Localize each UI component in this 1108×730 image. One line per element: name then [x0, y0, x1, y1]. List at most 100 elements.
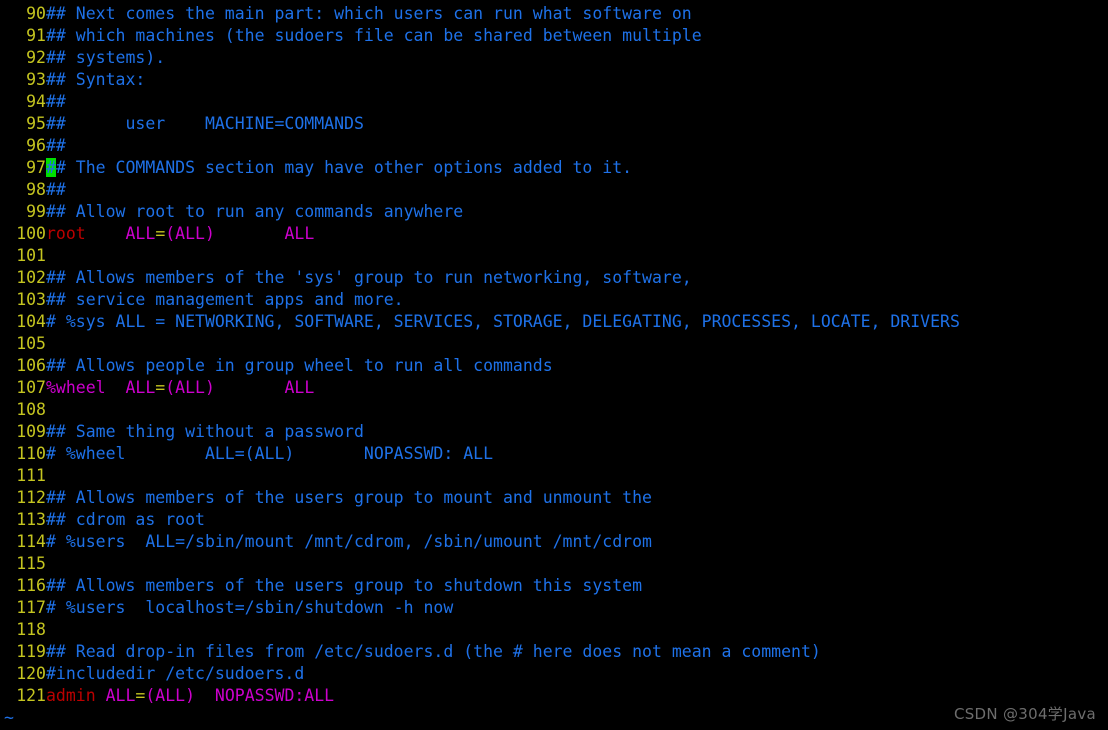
line-content[interactable]: ## systems).: [46, 47, 165, 69]
editor-line[interactable]: 90 ## Next comes the main part: which use…: [0, 3, 1108, 25]
editor-line[interactable]: 93 ## Syntax:: [0, 69, 1108, 91]
text-cursor[interactable]: #: [46, 158, 56, 177]
code-token: # The COMMANDS section may have other op…: [55, 158, 633, 177]
code-token: ALL: [284, 378, 315, 397]
line-number: 113: [16, 510, 46, 529]
line-content[interactable]: ## The COMMANDS section may have other o…: [46, 157, 632, 179]
editor-line[interactable]: 92 ## systems).: [0, 47, 1108, 69]
line-content[interactable]: ## Allow root to run any commands anywhe…: [46, 201, 463, 223]
editor-line[interactable]: 100 root ALL=(ALL) ALL: [0, 223, 1108, 245]
editor-line[interactable]: 97 ## The COMMANDS section may have other…: [0, 157, 1108, 179]
line-number: 96: [26, 136, 46, 155]
code-token: ## Allows people in group wheel to run a…: [46, 356, 553, 375]
line-number: 101: [16, 246, 46, 265]
line-content[interactable]: %wheel ALL=(ALL) ALL: [46, 377, 314, 399]
editor-line[interactable]: 94 ##: [0, 91, 1108, 113]
code-token: =: [155, 224, 166, 243]
line-content[interactable]: ## Allows members of the 'sys' group to …: [46, 267, 692, 289]
line-number: 109: [16, 422, 46, 441]
editor-line[interactable]: 99 ## Allow root to run any commands anyw…: [0, 201, 1108, 223]
editor-line[interactable]: 121 admin ALL=(ALL) NOPASSWD:ALL: [0, 685, 1108, 707]
editor-line[interactable]: 115: [0, 553, 1108, 575]
editor-line[interactable]: 116 ## Allows members of the users group …: [0, 575, 1108, 597]
line-number: 98: [26, 180, 46, 199]
editor-line[interactable]: 103 ## service management apps and more.: [0, 289, 1108, 311]
vim-terminal-window[interactable]: 90 ## Next comes the main part: which use…: [0, 0, 1108, 730]
editor-line[interactable]: 104 # %sys ALL = NETWORKING, SOFTWARE, SE…: [0, 311, 1108, 333]
line-content[interactable]: ## Allows members of the users group to …: [46, 575, 642, 597]
code-token: ## Syntax:: [46, 70, 146, 89]
editor-line[interactable]: 95 ## user MACHINE=COMMANDS: [0, 113, 1108, 135]
line-content[interactable]: admin ALL=(ALL) NOPASSWD:ALL: [46, 685, 334, 707]
line-content[interactable]: ## Syntax:: [46, 69, 145, 91]
editor-line[interactable]: 108: [0, 399, 1108, 421]
editor-line[interactable]: 105: [0, 333, 1108, 355]
code-token: ##: [46, 136, 66, 155]
line-content[interactable]: ## Allows people in group wheel to run a…: [46, 355, 553, 377]
line-number: 108: [16, 400, 46, 419]
line-number: 100: [16, 224, 46, 243]
line-content[interactable]: ## service management apps and more.: [46, 289, 404, 311]
line-content[interactable]: # %users ALL=/sbin/mount /mnt/cdrom, /sb…: [46, 531, 652, 553]
code-token: ##: [46, 180, 66, 199]
code-token: # %sys ALL = NETWORKING, SOFTWARE, SERVI…: [46, 312, 960, 331]
line-number: 106: [16, 356, 46, 375]
editor-line[interactable]: 107 %wheel ALL=(ALL) ALL: [0, 377, 1108, 399]
line-content[interactable]: ## cdrom as root: [46, 509, 205, 531]
line-content[interactable]: ## Read drop-in files from /etc/sudoers.…: [46, 641, 821, 663]
editor-line[interactable]: 106 ## Allows people in group wheel to ru…: [0, 355, 1108, 377]
line-number: 114: [16, 532, 46, 551]
code-token: (ALL): [145, 686, 196, 705]
line-number: 111: [16, 466, 46, 485]
editor-line[interactable]: 109 ## Same thing without a password: [0, 421, 1108, 443]
editor-line[interactable]: 102 ## Allows members of the 'sys' group …: [0, 267, 1108, 289]
editor-line[interactable]: 113 ## cdrom as root: [0, 509, 1108, 531]
line-number: 102: [16, 268, 46, 287]
editor-line[interactable]: 91 ## which machines (the sudoers file ca…: [0, 25, 1108, 47]
line-content[interactable]: # %users localhost=/sbin/shutdown -h now: [46, 597, 453, 619]
editor-line[interactable]: 114 # %users ALL=/sbin/mount /mnt/cdrom, …: [0, 531, 1108, 553]
vim-empty-line-filler: ~: [0, 707, 1108, 729]
line-content[interactable]: ## Same thing without a password: [46, 421, 364, 443]
vim-text-buffer[interactable]: 90 ## Next comes the main part: which use…: [0, 3, 1108, 707]
line-number: 118: [16, 620, 46, 639]
code-token: root: [46, 224, 86, 243]
line-content[interactable]: # %wheel ALL=(ALL) NOPASSWD: ALL: [46, 443, 493, 465]
line-number: 92: [26, 48, 46, 67]
editor-line[interactable]: 118: [0, 619, 1108, 641]
line-number: 90: [26, 4, 46, 23]
line-content[interactable]: ## Next comes the main part: which users…: [46, 3, 692, 25]
code-token: # %users localhost=/sbin/shutdown -h now: [46, 598, 454, 617]
line-number: 119: [16, 642, 46, 661]
code-token: ## cdrom as root: [46, 510, 205, 529]
line-content[interactable]: ## Allows members of the users group to …: [46, 487, 652, 509]
code-token: =: [155, 378, 166, 397]
editor-line[interactable]: 112 ## Allows members of the users group …: [0, 487, 1108, 509]
editor-line[interactable]: 96 ##: [0, 135, 1108, 157]
editor-line[interactable]: 101: [0, 245, 1108, 267]
line-content[interactable]: ## user MACHINE=COMMANDS: [46, 113, 364, 135]
code-token: ## Read drop-in files from /etc/sudoers.…: [46, 642, 821, 661]
editor-line[interactable]: 117 # %users localhost=/sbin/shutdown -h …: [0, 597, 1108, 619]
line-content[interactable]: #includedir /etc/sudoers.d: [46, 663, 304, 685]
line-content[interactable]: ## which machines (the sudoers file can …: [46, 25, 702, 47]
line-number: 112: [16, 488, 46, 507]
editor-line[interactable]: 111: [0, 465, 1108, 487]
code-token: NOPASSWD:ALL: [214, 686, 335, 705]
line-content[interactable]: ##: [46, 91, 66, 113]
line-content[interactable]: ##: [46, 135, 66, 157]
line-content[interactable]: # %sys ALL = NETWORKING, SOFTWARE, SERVI…: [46, 311, 960, 333]
line-number: 104: [16, 312, 46, 331]
line-content[interactable]: ##: [46, 179, 66, 201]
editor-line[interactable]: 119 ## Read drop-in files from /etc/sudoe…: [0, 641, 1108, 663]
line-number: 99: [26, 202, 46, 221]
code-token: ## systems).: [46, 48, 166, 67]
editor-line[interactable]: 110 # %wheel ALL=(ALL) NOPASSWD: ALL: [0, 443, 1108, 465]
editor-line[interactable]: 120 #includedir /etc/sudoers.d: [0, 663, 1108, 685]
editor-line[interactable]: 98 ##: [0, 179, 1108, 201]
line-number: 120: [16, 664, 46, 683]
line-content[interactable]: root ALL=(ALL) ALL: [46, 223, 314, 245]
